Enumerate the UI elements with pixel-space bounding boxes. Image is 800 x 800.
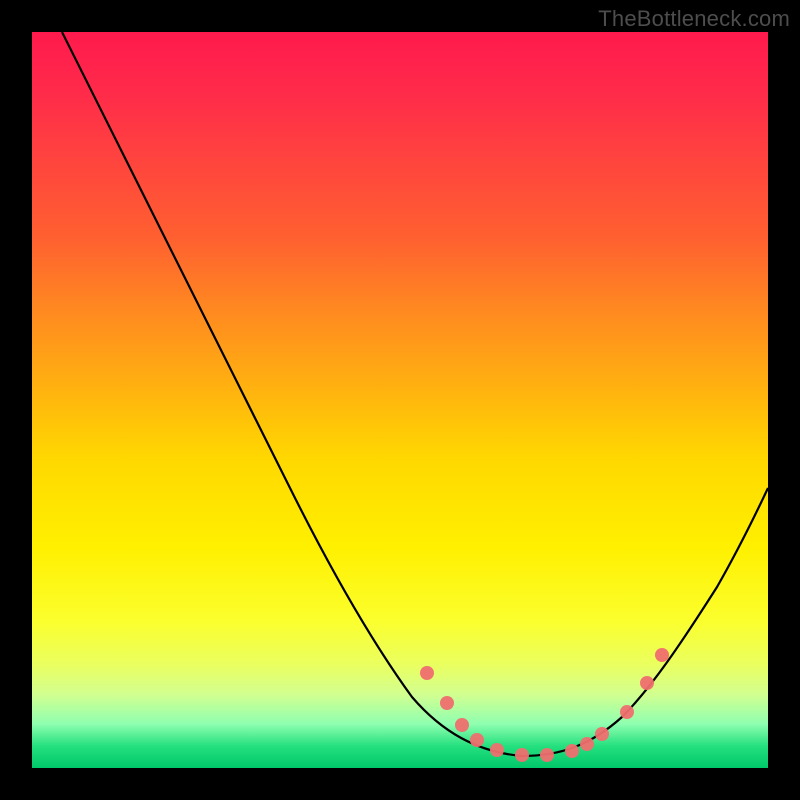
bottleneck-curve-path xyxy=(62,32,768,756)
chart-frame: TheBottleneck.com xyxy=(0,0,800,800)
curve-svg xyxy=(32,32,768,768)
marker-group xyxy=(420,648,669,762)
watermark-text: TheBottleneck.com xyxy=(598,6,790,32)
